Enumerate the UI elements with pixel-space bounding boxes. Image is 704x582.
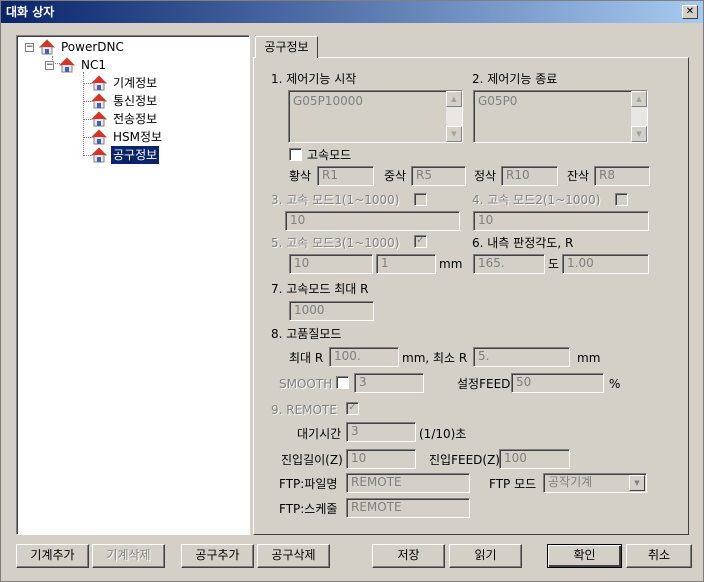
window-title: 대화 상자 bbox=[6, 5, 55, 19]
mode3-input-1[interactable]: 10 bbox=[289, 254, 373, 274]
feed-input[interactable]: 50 bbox=[511, 373, 604, 393]
add-tool-button[interactable]: 공구추가 bbox=[181, 544, 254, 568]
house-icon bbox=[91, 147, 107, 163]
angle-input[interactable]: 165. bbox=[473, 254, 545, 274]
add-machine-button[interactable]: 기계추가 bbox=[16, 544, 89, 568]
scroll-down-icon[interactable]: ▼ bbox=[446, 126, 462, 142]
rest-input[interactable]: R8 bbox=[594, 166, 650, 186]
rest-label: 잔삭 bbox=[567, 169, 590, 183]
start-code-memo[interactable]: G05P10000 ▲ ▼ bbox=[288, 90, 463, 143]
end-code-value: G05P0 bbox=[478, 94, 518, 108]
mode3-input-2[interactable]: 1 bbox=[376, 254, 436, 274]
remote-label: 9. REMOTE bbox=[271, 403, 337, 417]
end-memo-scrollbar[interactable]: ▲ ▼ bbox=[631, 91, 647, 142]
mode1-label: 3. 고속 모드1(1~1000) bbox=[271, 193, 400, 207]
tree-item-label: 기계정보 bbox=[113, 76, 158, 90]
tree-item-label-selected: 공구정보 bbox=[111, 146, 160, 164]
ftp-file-label: FTP:파일명 bbox=[279, 477, 338, 491]
quality-min-unit: mm bbox=[577, 351, 601, 365]
high-speed-mode-checkbox[interactable] bbox=[289, 148, 302, 161]
semi-input[interactable]: R5 bbox=[411, 166, 466, 186]
delete-machine-button[interactable]: 기계삭제 bbox=[92, 544, 165, 568]
title-bar[interactable]: 대화 상자 ✕ bbox=[1, 1, 703, 23]
max-r-label: 7. 고속모드 최대 R bbox=[271, 282, 369, 296]
semi-label: 중삭 bbox=[384, 169, 407, 183]
angle-r-input[interactable]: 1.00 bbox=[562, 254, 649, 274]
ftp-file-input[interactable]: REMOTE bbox=[346, 473, 470, 493]
house-icon bbox=[91, 111, 107, 127]
ftp-mode-select[interactable]: 공작기계 ▼ bbox=[543, 473, 647, 493]
smooth-label: SMOOTH bbox=[279, 377, 333, 391]
mode1-checkbox[interactable] bbox=[414, 193, 427, 206]
wait-label: 대기시간 bbox=[297, 427, 342, 441]
mode2-checkbox[interactable] bbox=[615, 193, 628, 206]
collapse-icon[interactable]: − bbox=[45, 61, 54, 70]
collapse-icon[interactable]: − bbox=[25, 43, 34, 52]
approach-feed-input[interactable]: 100 bbox=[499, 449, 570, 469]
scroll-down-icon[interactable]: ▼ bbox=[631, 126, 647, 142]
mode2-label: 4. 고속 모드2(1~1000) bbox=[472, 193, 601, 207]
max-r-input[interactable]: 1000 bbox=[289, 301, 374, 321]
high-speed-mode-label: 고속모드 bbox=[307, 148, 352, 162]
feed-label: 설정FEED bbox=[457, 377, 511, 391]
tab-tool-info[interactable]: 공구정보 bbox=[255, 36, 318, 58]
close-button[interactable]: ✕ bbox=[682, 5, 698, 19]
tree-label-machine: NC1 bbox=[81, 58, 106, 72]
quality-max-label: 최대 R bbox=[289, 351, 324, 365]
ftp-mode-value: 공작기계 bbox=[548, 475, 593, 489]
machine-tree[interactable]: − PowerDNC − NC1 기계정보 통신정보 전송정보 HSM정보 공구… bbox=[16, 35, 250, 535]
approach-z-input[interactable]: 10 bbox=[346, 449, 416, 469]
angle-label: 6. 내측 판정각도, R bbox=[472, 236, 574, 250]
angle-unit: 도 bbox=[548, 257, 560, 271]
quality-max-input[interactable]: 100. bbox=[329, 347, 399, 367]
start-memo-scrollbar[interactable]: ▲ ▼ bbox=[446, 91, 462, 142]
scroll-up-icon[interactable]: ▲ bbox=[446, 91, 462, 107]
quality-max-unit: mm, 최소 R bbox=[402, 351, 468, 365]
house-icon bbox=[91, 93, 107, 109]
mode2-input[interactable]: 10 bbox=[473, 211, 649, 231]
tree-label-root: PowerDNC bbox=[61, 40, 124, 54]
quality-label: 8. 고품질모드 bbox=[271, 327, 342, 341]
end-code-memo[interactable]: G05P0 ▲ ▼ bbox=[473, 90, 648, 143]
rough-label: 황삭 bbox=[289, 169, 312, 183]
ok-button[interactable]: 확인 bbox=[547, 544, 622, 568]
tree-item-label: 전송정보 bbox=[113, 112, 158, 126]
house-icon bbox=[91, 75, 107, 91]
cancel-button[interactable]: 취소 bbox=[626, 544, 692, 568]
save-button[interactable]: 저장 bbox=[372, 544, 445, 568]
house-icon bbox=[39, 39, 55, 55]
mode3-label: 5. 고속 모드3(1~1000) bbox=[271, 236, 400, 250]
smooth-input[interactable]: 3 bbox=[354, 373, 424, 393]
feed-unit: % bbox=[609, 377, 621, 391]
approach-feed-label: 진입FEED(Z) bbox=[429, 453, 500, 467]
ftp-sched-input[interactable]: REMOTE bbox=[346, 498, 470, 518]
read-button[interactable]: 읽기 bbox=[449, 544, 522, 568]
mode1-input[interactable]: 10 bbox=[285, 211, 460, 231]
wait-unit: (1/10)초 bbox=[419, 427, 467, 441]
approach-z-label: 진입길이(Z) bbox=[281, 453, 343, 467]
quality-min-input[interactable]: 5. bbox=[473, 347, 570, 367]
delete-tool-button[interactable]: 공구삭제 bbox=[257, 544, 330, 568]
mode3-unit: mm bbox=[439, 257, 463, 271]
scroll-up-icon[interactable]: ▲ bbox=[631, 91, 647, 107]
ftp-mode-label: FTP 모드 bbox=[489, 477, 537, 491]
tree-item-label: HSM정보 bbox=[113, 130, 163, 144]
finish-input[interactable]: R10 bbox=[501, 166, 558, 186]
dialog-window: 대화 상자 ✕ − PowerDNC − NC1 기계정보 통신정보 전송정보 … bbox=[0, 0, 704, 582]
tree-item-label: 통신정보 bbox=[113, 94, 158, 108]
rough-input[interactable]: R1 bbox=[317, 166, 374, 186]
wait-input[interactable]: 3 bbox=[346, 422, 416, 442]
end-label: 2. 제어기능 종료 bbox=[472, 72, 558, 86]
start-label: 1. 제어기능 시작 bbox=[271, 72, 357, 86]
chevron-down-icon[interactable]: ▼ bbox=[629, 475, 645, 491]
ftp-sched-label: FTP:스케줄 bbox=[279, 502, 338, 516]
mode3-checkbox[interactable]: ✓ bbox=[414, 235, 427, 248]
finish-label: 정삭 bbox=[474, 169, 497, 183]
house-icon bbox=[91, 129, 107, 145]
smooth-checkbox[interactable] bbox=[336, 376, 349, 389]
start-code-value: G05P10000 bbox=[293, 94, 363, 108]
house-icon bbox=[59, 57, 75, 73]
remote-checkbox[interactable]: ✓ bbox=[346, 402, 359, 415]
